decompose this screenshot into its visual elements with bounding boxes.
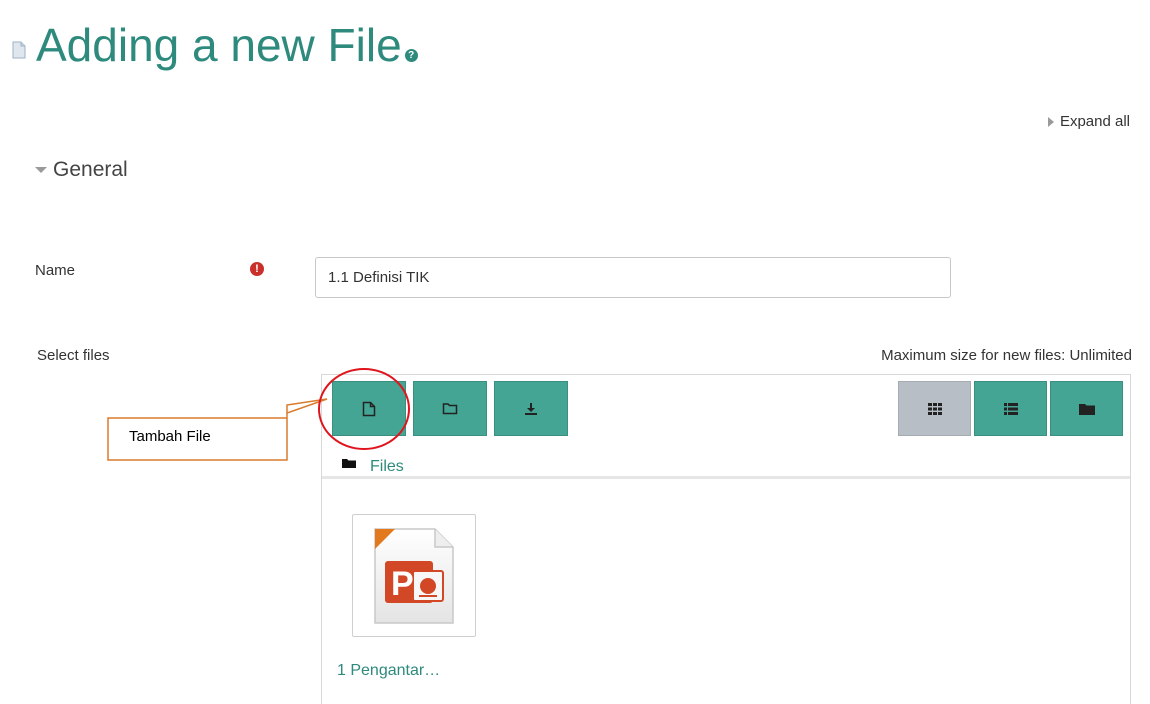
annotation-overlay bbox=[107, 368, 410, 461]
highlight-circle bbox=[318, 368, 410, 450]
callout-label: Tambah File bbox=[129, 428, 211, 445]
